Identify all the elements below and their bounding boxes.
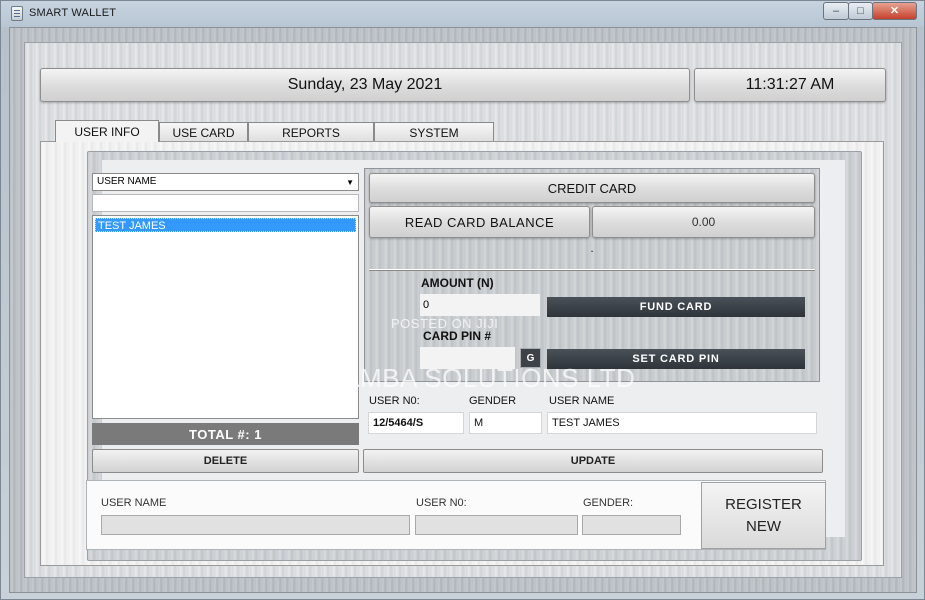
window-title: SMART WALLET xyxy=(29,7,117,19)
wallet-app-icon xyxy=(11,6,23,21)
tab-system[interactable]: SYSTEM xyxy=(374,122,494,142)
user-info-tab-panel: USER NAME ▼ TEST JAMES TOTAL #: 1 DELETE… xyxy=(40,141,884,566)
register-gender-label: GENDER: xyxy=(583,497,634,509)
user-no-label: USER N0: xyxy=(369,395,420,407)
filter-selected-value: USER NAME xyxy=(97,176,157,187)
app-window: SMART WALLET – □ ✕ Sunday, 23 May 2021 1… xyxy=(0,0,925,600)
register-user-no-input[interactable] xyxy=(415,515,578,535)
tab-reports[interactable]: REPORTS xyxy=(248,122,374,142)
register-user-form: USER NAME USER N0: GENDER: REGISTER NEW xyxy=(86,480,826,550)
list-item[interactable]: TEST JAMES xyxy=(95,218,356,232)
maximize-button[interactable]: □ xyxy=(848,2,873,20)
gender-label: GENDER xyxy=(469,395,517,407)
card-pin-label: CARD PIN # xyxy=(423,329,492,343)
register-user-name-label: USER NAME xyxy=(101,497,167,509)
minimize-button[interactable]: – xyxy=(823,2,849,20)
gender-field[interactable]: M xyxy=(469,412,542,434)
card-status-text: . xyxy=(590,241,594,255)
update-button[interactable]: UPDATE xyxy=(363,449,823,473)
search-input[interactable] xyxy=(92,194,359,212)
user-no-field[interactable]: 12/5464/S xyxy=(368,412,464,434)
user-name-field[interactable]: TEST JAMES xyxy=(547,412,817,434)
filter-field-select[interactable]: USER NAME ▼ xyxy=(92,173,359,191)
total-count: TOTAL #: 1 xyxy=(92,423,359,445)
chevron-down-icon[interactable]: ▼ xyxy=(346,175,354,191)
register-user-name-input[interactable] xyxy=(101,515,410,535)
user-name-label: USER NAME xyxy=(549,395,615,407)
date-display: Sunday, 23 May 2021 xyxy=(40,68,690,102)
credit-card-header: CREDIT CARD xyxy=(369,173,815,203)
amount-input[interactable] xyxy=(420,294,540,316)
close-button[interactable]: ✕ xyxy=(872,2,917,20)
posted-on-jiji-watermark: POSTED ON JIJI xyxy=(391,316,499,331)
title-bar[interactable]: SMART WALLET – □ ✕ xyxy=(1,1,924,27)
fund-card-button[interactable]: FUND CARD xyxy=(547,297,805,317)
tab-user-info[interactable]: USER INFO xyxy=(55,120,159,142)
divider xyxy=(369,269,815,270)
delete-button[interactable]: DELETE xyxy=(92,449,359,473)
register-new-button[interactable]: REGISTER NEW xyxy=(701,482,826,549)
amount-label: AMOUNT (N) xyxy=(421,276,494,290)
time-display: 11:31:27 AM xyxy=(694,68,886,102)
register-gender-input[interactable] xyxy=(582,515,681,535)
read-card-balance-button[interactable]: READ CARD BALANCE xyxy=(369,206,590,238)
client-area: Sunday, 23 May 2021 11:31:27 AM USER INF… xyxy=(9,27,917,593)
tab-use-card[interactable]: USE CARD xyxy=(159,122,248,142)
credit-card-panel: CREDIT CARD READ CARD BALANCE 0.00 . AMO… xyxy=(364,168,820,382)
register-user-no-label: USER N0: xyxy=(416,497,467,509)
card-balance-display: 0.00 xyxy=(592,206,815,238)
main-panel: Sunday, 23 May 2021 11:31:27 AM USER INF… xyxy=(24,42,902,578)
codemamba-watermark: CODEMAMBA SOLUTIONS LTD xyxy=(243,363,636,393)
